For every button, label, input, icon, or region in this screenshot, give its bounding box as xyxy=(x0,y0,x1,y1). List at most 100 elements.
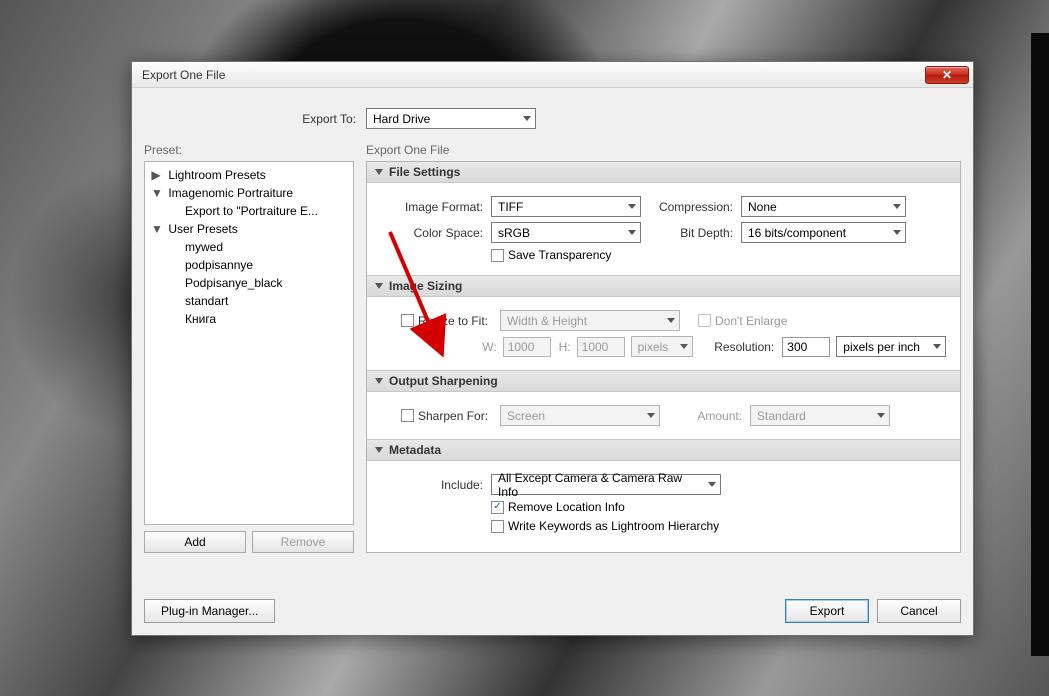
export-to-combo[interactable]: Hard Drive xyxy=(366,108,536,129)
combo-value: None xyxy=(748,200,777,214)
sharpen-for-checkbox[interactable] xyxy=(401,409,414,422)
dialog-footer: Plug-in Manager... Export Cancel xyxy=(144,599,961,623)
section-metadata[interactable]: Metadata xyxy=(367,439,960,461)
resize-to-fit-label: Resize to Fit: xyxy=(418,314,500,328)
resize-mode-combo: Width & Height xyxy=(500,310,680,331)
image-format-label: Image Format: xyxy=(381,200,491,214)
color-space-combo[interactable]: sRGB xyxy=(491,222,641,243)
plugin-manager-button[interactable]: Plug-in Manager... xyxy=(144,599,275,623)
triangle-down-icon xyxy=(375,283,383,289)
section-output-sharpening[interactable]: Output Sharpening xyxy=(367,370,960,392)
chevron-down-icon xyxy=(680,344,688,349)
dont-enlarge-label: Don't Enlarge xyxy=(715,314,787,328)
chevron-down-icon xyxy=(667,318,675,323)
background-image: Export One File ✕ Export To: Hard Drive … xyxy=(0,0,1049,696)
width-input xyxy=(503,337,551,357)
chevron-down-icon xyxy=(933,344,941,349)
resize-to-fit-checkbox[interactable] xyxy=(401,314,414,327)
amount-label: Amount: xyxy=(660,409,750,423)
compression-combo[interactable]: None xyxy=(741,196,906,217)
settings-column: Export One File File Settings Image Form… xyxy=(366,143,961,553)
section-title: Output Sharpening xyxy=(389,374,498,388)
preset-group-label: Imagenomic Portraiture xyxy=(168,186,293,200)
sharpen-for-combo: Screen xyxy=(500,405,660,426)
preset-item[interactable]: standart xyxy=(145,292,353,310)
combo-value: 16 bits/component xyxy=(748,226,846,240)
triangle-down-icon xyxy=(375,447,383,453)
color-space-label: Color Space: xyxy=(381,226,491,240)
triangle-down-icon: ▼ xyxy=(151,186,161,200)
compression-label: Compression: xyxy=(641,200,741,214)
preset-item[interactable]: podpisannye xyxy=(145,256,353,274)
save-transparency-label: Save Transparency xyxy=(508,248,611,262)
section-body: Include: All Except Camera & Camera Raw … xyxy=(367,461,960,546)
triangle-down-icon: ▼ xyxy=(151,222,161,236)
chevron-down-icon xyxy=(523,116,531,121)
export-to-row: Export To: Hard Drive xyxy=(144,108,961,129)
chevron-down-icon xyxy=(628,204,636,209)
combo-value: Standard xyxy=(757,409,806,423)
bit-depth-label: Bit Depth: xyxy=(641,226,741,240)
combo-value: All Except Camera & Camera Raw Info xyxy=(498,471,702,499)
triangle-down-icon xyxy=(375,378,383,384)
chevron-down-icon xyxy=(708,482,716,487)
combo-value: TIFF xyxy=(498,200,523,214)
chevron-down-icon xyxy=(877,413,885,418)
section-title: File Settings xyxy=(389,165,460,179)
wh-units-combo: pixels xyxy=(631,336,693,357)
resolution-input[interactable] xyxy=(782,337,830,357)
preset-item[interactable]: Export to "Portraiture E... xyxy=(145,202,353,220)
preset-group-label: Lightroom Presets xyxy=(168,168,265,182)
height-input xyxy=(577,337,625,357)
close-button[interactable]: ✕ xyxy=(925,66,969,84)
preset-group-label: User Presets xyxy=(168,222,237,236)
section-body: Resize to Fit: Width & Height Don't Enla… xyxy=(367,297,960,370)
write-keywords-checkbox[interactable] xyxy=(491,520,504,533)
combo-value: Width & Height xyxy=(507,314,587,328)
chevron-down-icon xyxy=(893,230,901,235)
section-image-sizing[interactable]: Image Sizing xyxy=(367,275,960,297)
preset-group[interactable]: ▶ Lightroom Presets xyxy=(145,166,353,184)
section-body: Sharpen For: Screen Amount: Standard xyxy=(367,392,960,439)
sharpen-for-label: Sharpen For: xyxy=(418,409,500,423)
include-combo[interactable]: All Except Camera & Camera Raw Info xyxy=(491,474,721,495)
triangle-down-icon xyxy=(375,169,383,175)
chevron-down-icon xyxy=(628,230,636,235)
save-transparency-checkbox[interactable] xyxy=(491,249,504,262)
export-dialog: Export One File ✕ Export To: Hard Drive … xyxy=(131,61,974,636)
remove-location-label: Remove Location Info xyxy=(508,500,625,514)
preset-item[interactable]: Книга xyxy=(145,310,353,328)
bit-depth-combo[interactable]: 16 bits/component xyxy=(741,222,906,243)
preset-heading: Preset: xyxy=(144,143,354,157)
add-preset-button[interactable]: Add xyxy=(144,531,246,553)
combo-value: Screen xyxy=(507,409,545,423)
dialog-title: Export One File xyxy=(142,68,225,82)
preset-buttons: Add Remove xyxy=(144,531,354,553)
triangle-right-icon: ▶ xyxy=(151,168,161,182)
dialog-body: Export To: Hard Drive Preset: ▶ Lightroo… xyxy=(132,88,973,635)
write-keywords-label: Write Keywords as Lightroom Hierarchy xyxy=(508,519,719,533)
image-format-combo[interactable]: TIFF xyxy=(491,196,641,217)
preset-group[interactable]: ▼ Imagenomic Portraiture xyxy=(145,184,353,202)
export-button[interactable]: Export xyxy=(785,599,869,623)
combo-value: sRGB xyxy=(498,226,530,240)
preset-list[interactable]: ▶ Lightroom Presets ▼ Imagenomic Portrai… xyxy=(144,161,354,525)
settings-heading: Export One File xyxy=(366,143,961,157)
preset-column: Preset: ▶ Lightroom Presets ▼ Imagenomic… xyxy=(144,143,354,553)
combo-value: pixels xyxy=(638,340,669,354)
include-label: Include: xyxy=(381,478,491,492)
section-file-settings[interactable]: File Settings xyxy=(367,162,960,183)
resolution-units-combo[interactable]: pixels per inch xyxy=(836,336,946,357)
cancel-button[interactable]: Cancel xyxy=(877,599,961,623)
w-label: W: xyxy=(381,340,503,354)
combo-value: pixels per inch xyxy=(843,340,920,354)
preset-item[interactable]: mywed xyxy=(145,238,353,256)
remove-location-checkbox[interactable] xyxy=(491,501,504,514)
preset-item[interactable]: Podpisanye_black xyxy=(145,274,353,292)
section-body: Image Format: TIFF Compression: None xyxy=(367,183,960,275)
chevron-down-icon xyxy=(647,413,655,418)
section-title: Metadata xyxy=(389,443,441,457)
settings-scroll[interactable]: File Settings Image Format: TIFF Compres… xyxy=(366,161,961,553)
preset-group[interactable]: ▼ User Presets xyxy=(145,220,353,238)
export-to-label: Export To: xyxy=(144,112,366,126)
